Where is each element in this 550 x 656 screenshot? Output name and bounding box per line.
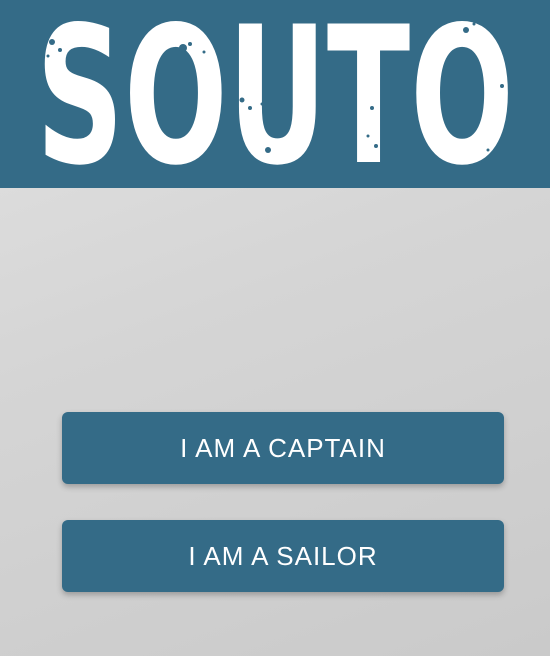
app-header: SOUTO: [0, 0, 550, 188]
sailor-button[interactable]: I AM A SAILOR: [62, 520, 504, 592]
logo-text: SOUTO: [36, 0, 514, 188]
souto-logo: SOUTO: [36, 0, 514, 188]
role-selection: I AM A CAPTAIN I AM A SAILOR: [62, 412, 504, 592]
captain-button[interactable]: I AM A CAPTAIN: [62, 412, 504, 484]
